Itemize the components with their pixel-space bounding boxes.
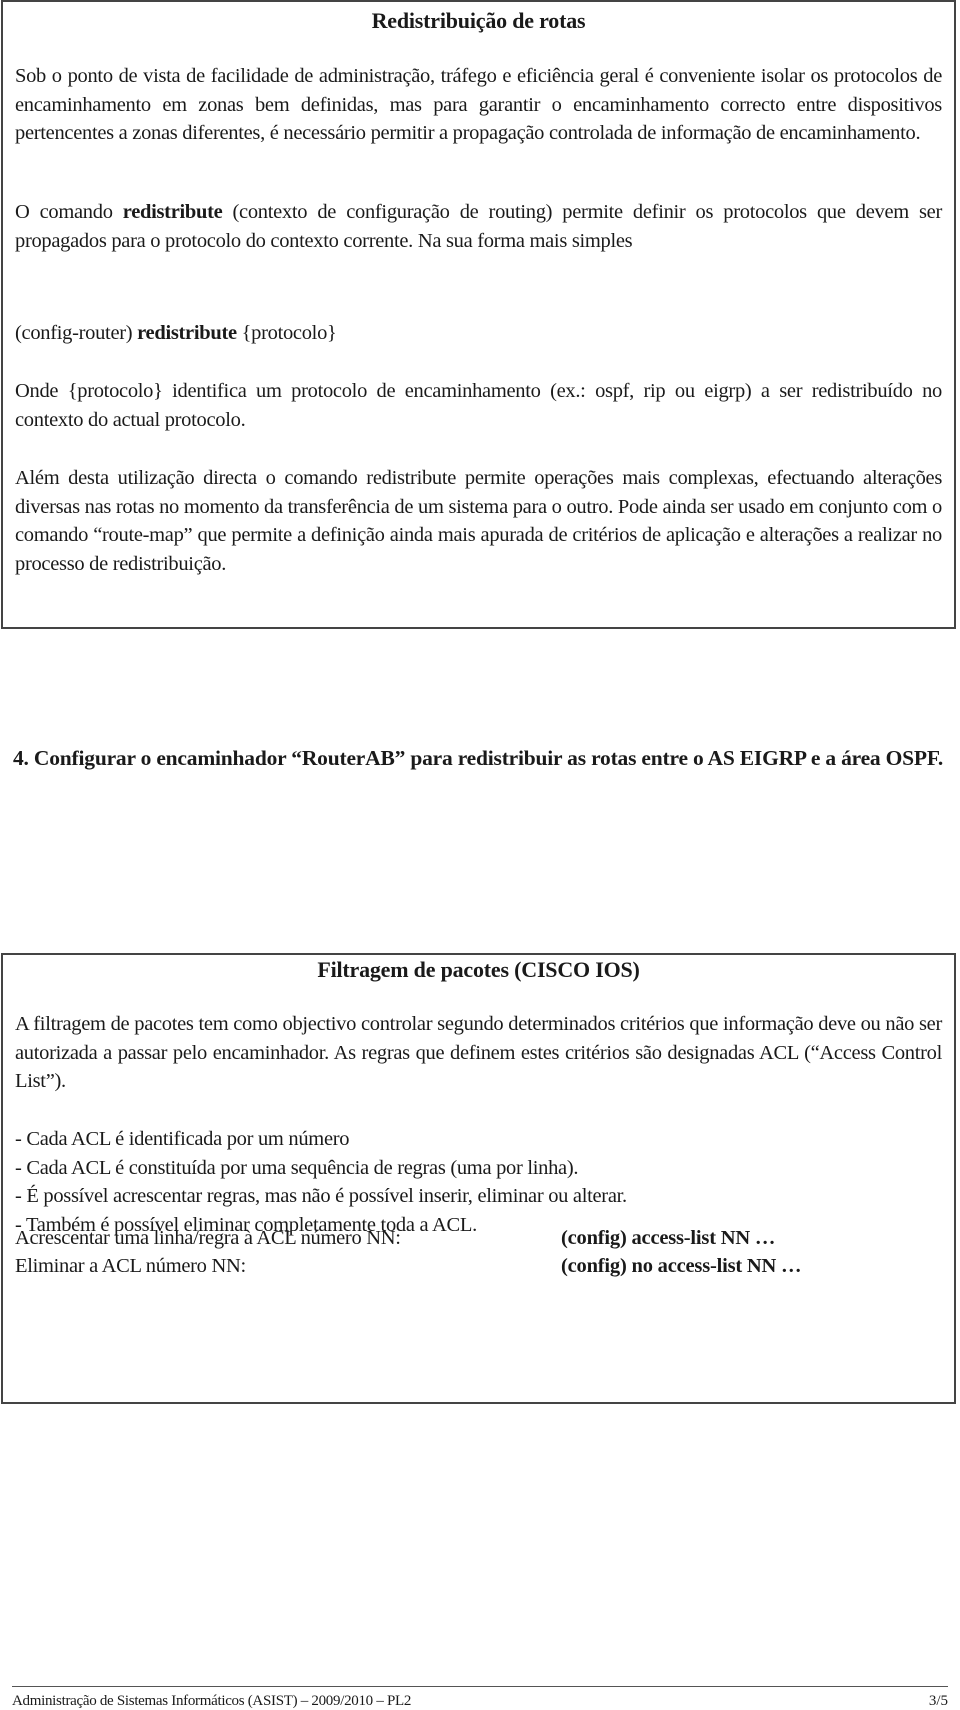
text: (config-router) (15, 322, 138, 344)
command-keyword: redistribute (122, 201, 223, 223)
command-keyword: redistribute (137, 322, 237, 344)
text: O comando (15, 201, 123, 223)
section-title: Redistribuição de rotas (371, 8, 586, 33)
list-item: - Cada ACL é identificada por um número (15, 1128, 350, 1150)
command-syntax: (config) no access-list NN … (561, 1255, 802, 1277)
list-item: - Cada ACL é constituída por uma sequênc… (15, 1156, 579, 1179)
footer-divider (12, 1686, 948, 1687)
advanced-paragraph: Além desta utilização directa o comando … (15, 467, 942, 575)
acl-intro-paragraph: A filtragem de pacotes tem como objectiv… (15, 1013, 942, 1092)
section-title: Filtragem de pacotes (CISCO IOS) (317, 957, 640, 982)
redistribution-section: Redistribuição de rotas Sob o ponto de v… (1, 0, 956, 629)
protocol-paragraph: Onde {protocolo} identifica um protocolo… (15, 380, 942, 431)
redistribute-paragraph: O comando redistribute (contexto de conf… (15, 198, 942, 255)
footer-course: Administração de Sistemas Informáticos (… (12, 1693, 412, 1709)
command-label: Acrescentar uma linha/regra à ACL número… (15, 1227, 401, 1249)
syntax-line: (config-router) redistribute {protocolo} (15, 319, 942, 348)
command-syntax: (config) access-list NN … (561, 1227, 776, 1249)
command-label: Eliminar a ACL número NN: (15, 1255, 246, 1277)
intro-paragraph: Sob o ponto de vista de facilidade de ad… (15, 65, 942, 144)
packet-filtering-section: Filtragem de pacotes (CISCO IOS) A filtr… (1, 953, 956, 1404)
acl-rules-list: - Cada ACL é identificada por um número … (15, 1125, 942, 1239)
list-item: - É possível acrescentar regras, mas não… (15, 1185, 627, 1207)
text: {protocolo} (236, 322, 337, 344)
page-number: 3/5 (928, 1693, 948, 1709)
exercise-question: 4. Configurar o encaminhador “RouterAB” … (13, 746, 944, 770)
